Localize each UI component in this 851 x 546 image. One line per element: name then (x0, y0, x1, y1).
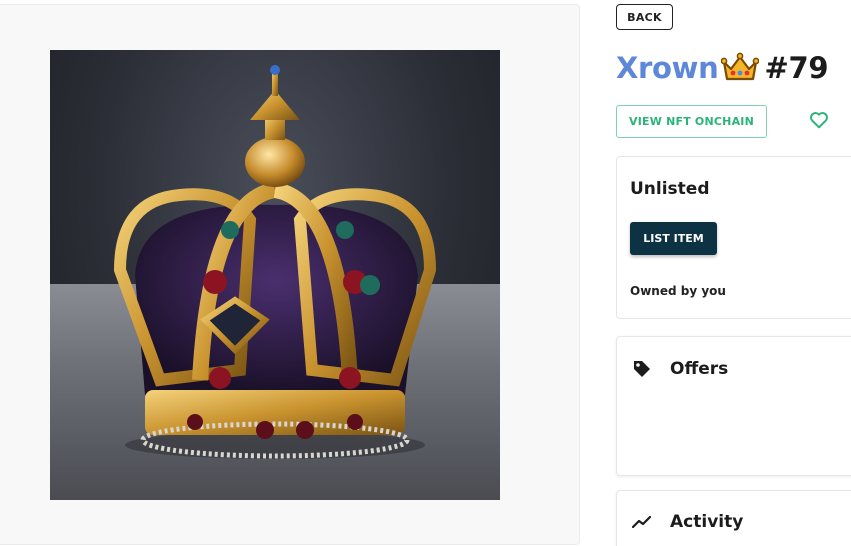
list-item-button[interactable]: LIST ITEM (630, 222, 717, 255)
offers-label: Offers (670, 359, 729, 379)
owner-text: Owned by you (630, 284, 726, 298)
nft-image[interactable] (50, 50, 500, 500)
listing-status: Unlisted (630, 179, 710, 199)
view-onchain-button[interactable]: VIEW NFT ONCHAIN (616, 105, 767, 138)
crown-emoji-icon (720, 52, 759, 81)
crown-illustration (113, 65, 437, 459)
heart-icon (810, 112, 828, 129)
activity-card: Activity (616, 490, 851, 546)
listing-card: Unlisted LIST ITEM Owned by you (616, 156, 851, 319)
offers-card: Offers (616, 336, 851, 476)
token-number: #79 (764, 51, 829, 85)
collection-name[interactable]: Xrown (616, 51, 719, 85)
tag-icon (631, 358, 653, 380)
favorite-button[interactable] (807, 108, 831, 132)
activity-label: Activity (670, 512, 744, 532)
trend-icon (631, 511, 653, 533)
nft-image-panel (0, 4, 580, 545)
activity-header[interactable]: Activity (631, 511, 743, 533)
page-title: Xrown #79 (616, 48, 829, 88)
back-button[interactable]: BACK (616, 4, 673, 30)
offers-header[interactable]: Offers (631, 358, 728, 380)
